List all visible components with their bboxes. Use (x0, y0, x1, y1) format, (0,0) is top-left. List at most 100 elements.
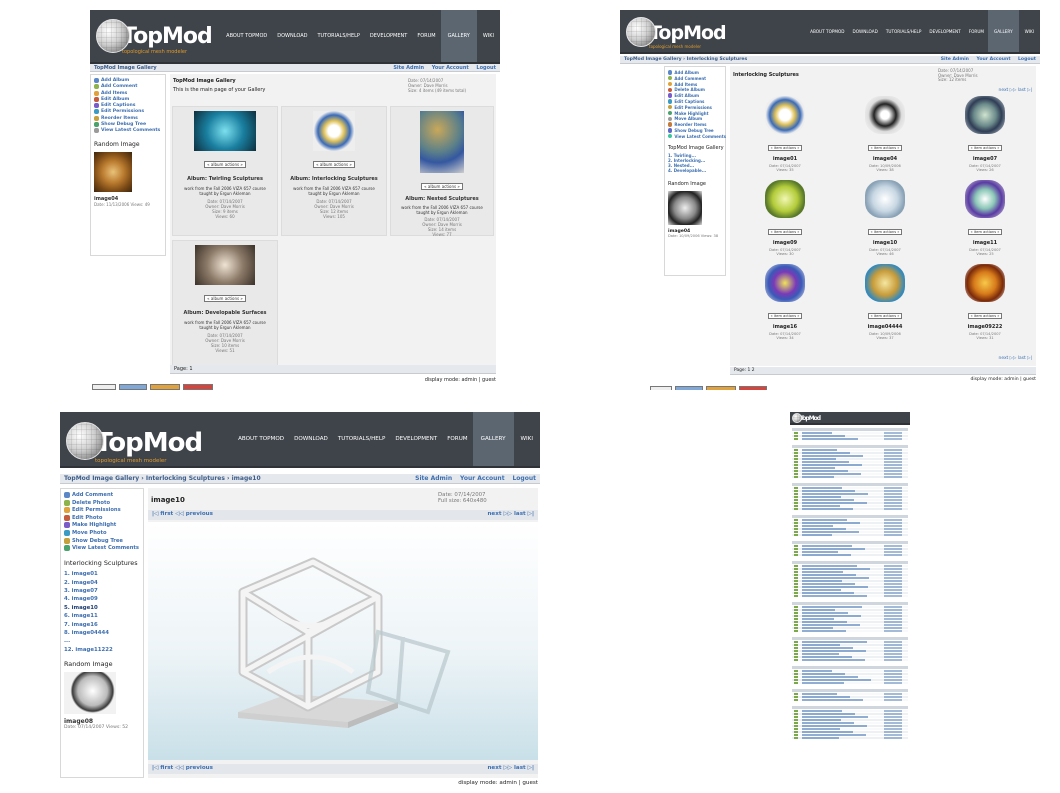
site-logo[interactable]: TopMod topological mesh modeler (66, 418, 203, 464)
sidebar-link[interactable]: Edit Permissions (64, 507, 140, 514)
item-title[interactable]: image07 (940, 156, 1030, 162)
album-tile[interactable]: « album actions » Album: Interlocking Sc… (281, 106, 387, 236)
album-tile[interactable]: « album actions » Album: Nested Sculptur… (390, 106, 494, 237)
sidebar-link[interactable]: Show Debug Tree (668, 128, 722, 133)
nav-tutorials[interactable]: TUTORIALS/HELP (312, 10, 364, 62)
item-actions-select[interactable]: « item actions » (767, 313, 803, 319)
album-title[interactable]: Album: Developable Surfaces (173, 310, 277, 316)
item-title[interactable]: image11 (940, 240, 1030, 246)
site-logo[interactable]: TopMod topological mesh modeler (626, 14, 727, 49)
album-title[interactable]: Album: Interlocking Sculptures (282, 176, 386, 182)
album-thumb[interactable] (313, 111, 355, 151)
w3c-badge-icon[interactable] (92, 384, 116, 390)
item-actions-select[interactable]: « item actions » (967, 229, 1003, 235)
photo-list-item[interactable]: 7. image16 (64, 621, 140, 629)
sidebar-link[interactable]: View Latest Comments (94, 128, 162, 134)
photo-list-item[interactable]: 3. image07 (64, 587, 140, 595)
sidebar-link[interactable]: Move Photo (64, 529, 140, 536)
breadcrumb[interactable]: TopMod Image Gallery › Interlocking Scul… (64, 475, 261, 482)
item-actions-select[interactable]: « item actions » (767, 145, 803, 151)
item-title[interactable]: image09 (740, 240, 830, 246)
album-actions-select[interactable]: « album actions » (204, 295, 246, 302)
item-title[interactable]: image04444 (840, 324, 930, 330)
album-thumb[interactable] (195, 245, 255, 285)
item-thumb[interactable] (865, 180, 905, 218)
nav-download[interactable]: DOWNLOAD (849, 10, 882, 52)
sidebar-link[interactable]: Delete Album (668, 87, 722, 92)
sidebar-link[interactable]: Show Debug Tree (94, 122, 162, 128)
album-tile[interactable]: « album actions » Album: Twirling Sculpt… (172, 106, 278, 236)
item-actions-select[interactable]: « item actions » (967, 313, 1003, 319)
photo-list-item[interactable]: 4. image09 (64, 595, 140, 603)
nav-download[interactable]: DOWNLOAD (272, 10, 312, 62)
random-image-thumb[interactable] (94, 152, 132, 193)
your-account-link[interactable]: Your Account (432, 65, 469, 71)
nav-gallery[interactable]: GALLERY (472, 412, 514, 466)
nav-forum[interactable]: FORUM (412, 10, 440, 62)
item-title[interactable]: image01 (740, 156, 830, 162)
item-thumb[interactable] (865, 96, 905, 134)
item-title[interactable]: image16 (740, 324, 830, 330)
album-title[interactable]: Album: Nested Sculptures (391, 196, 493, 202)
gallery-item[interactable]: « item actions » image11 Date: 07/14/2007 V… (940, 180, 1030, 257)
sidebar-link[interactable]: Delete Photo (64, 499, 140, 506)
sidebar-link[interactable]: Make Highlight (64, 522, 140, 529)
nav-forum[interactable]: FORUM (442, 412, 472, 466)
gallery-badge-icon[interactable] (119, 384, 147, 390)
item-thumb[interactable] (865, 264, 905, 302)
gallery-item[interactable]: « item actions » image10 Date: 07/14/2007 V… (840, 180, 930, 257)
next-link-bottom[interactable]: next ▷▷ last ▷| (487, 765, 534, 771)
album-tile[interactable]: « album actions » Album: Developable Sur… (172, 240, 278, 370)
nav-development[interactable]: DEVELOPMENT (365, 10, 412, 62)
sidebar-link[interactable]: Add Items (94, 90, 162, 96)
item-title[interactable]: image04 (840, 156, 930, 162)
nav-wiki[interactable]: WIKI (1019, 10, 1040, 52)
sidebar-link[interactable]: Reorder Items (668, 122, 722, 127)
logout-link[interactable]: Logout (1018, 57, 1036, 62)
sidebar-link[interactable]: Edit Photo (64, 514, 140, 521)
display-mode[interactable]: display mode: admin | guest (970, 377, 1036, 382)
item-thumb[interactable] (965, 264, 1005, 302)
nav-wiki[interactable]: WIKI (514, 412, 541, 466)
item-title[interactable]: image10 (840, 240, 930, 246)
logout-link[interactable]: Logout (476, 65, 496, 71)
album-actions-select[interactable]: « album actions » (204, 161, 246, 168)
site-admin-link[interactable]: Site Admin (393, 65, 424, 71)
site-admin-link[interactable]: Site Admin (941, 57, 969, 62)
sidebar-link[interactable]: Edit Permissions (94, 109, 162, 115)
photo-list-item[interactable]: 6. image11 (64, 612, 140, 620)
photo-list-item[interactable]: 12. image11222 (64, 646, 140, 654)
sidebar-link[interactable]: Add Comment (668, 76, 722, 81)
photo-list-item[interactable]: ... (64, 637, 140, 645)
pager[interactable]: Page: 1 (174, 366, 193, 372)
sidebar-link[interactable]: Add Comment (64, 492, 140, 498)
photo-list-item[interactable]: 1. image01 (64, 570, 140, 578)
sidebar-link[interactable]: Add Comment (94, 84, 162, 90)
item-thumb[interactable] (765, 96, 805, 134)
powered-badge-icon[interactable] (183, 384, 213, 390)
nav-about[interactable]: ABOUT TOPMOD (806, 10, 848, 52)
item-actions-select[interactable]: « item actions » (967, 145, 1003, 151)
item-title[interactable]: image09222 (940, 324, 1030, 330)
photo-list-item[interactable]: 8. image04444 (64, 629, 140, 637)
nav-about[interactable]: ABOUT TOPMOD (233, 412, 289, 466)
w3c-badge-icon[interactable] (650, 386, 672, 390)
item-thumb[interactable] (765, 264, 805, 302)
sculpture-photo[interactable] (148, 522, 538, 760)
your-account-link[interactable]: Your Account (460, 475, 505, 482)
nav-wiki[interactable]: WIKI (477, 10, 500, 62)
item-actions-select[interactable]: « item actions » (867, 313, 903, 319)
gallery-item[interactable]: « item actions » image07 Date: 07/14/2007 V… (940, 96, 1030, 173)
sidebar-link[interactable]: Show Debug Tree (64, 537, 140, 544)
rss-badge-icon[interactable] (706, 386, 736, 390)
sidebar-link[interactable]: Edit Permissions (668, 105, 722, 110)
item-actions-select[interactable]: « item actions » (867, 229, 903, 235)
sidebar-link[interactable]: Edit Captions (94, 103, 162, 109)
display-mode[interactable]: display mode: admin | guest (458, 780, 538, 786)
gallery-item[interactable]: « item actions » image09 Date: 07/14/2007 V… (740, 180, 830, 257)
photo-list-item[interactable]: 5. image10 (64, 604, 140, 612)
site-logo[interactable]: TopMod (792, 413, 821, 423)
gallery-badge-icon[interactable] (675, 386, 703, 390)
nav-gallery[interactable]: GALLERY (988, 10, 1019, 52)
site-logo[interactable]: TopMod topological mesh modeler (96, 16, 213, 55)
